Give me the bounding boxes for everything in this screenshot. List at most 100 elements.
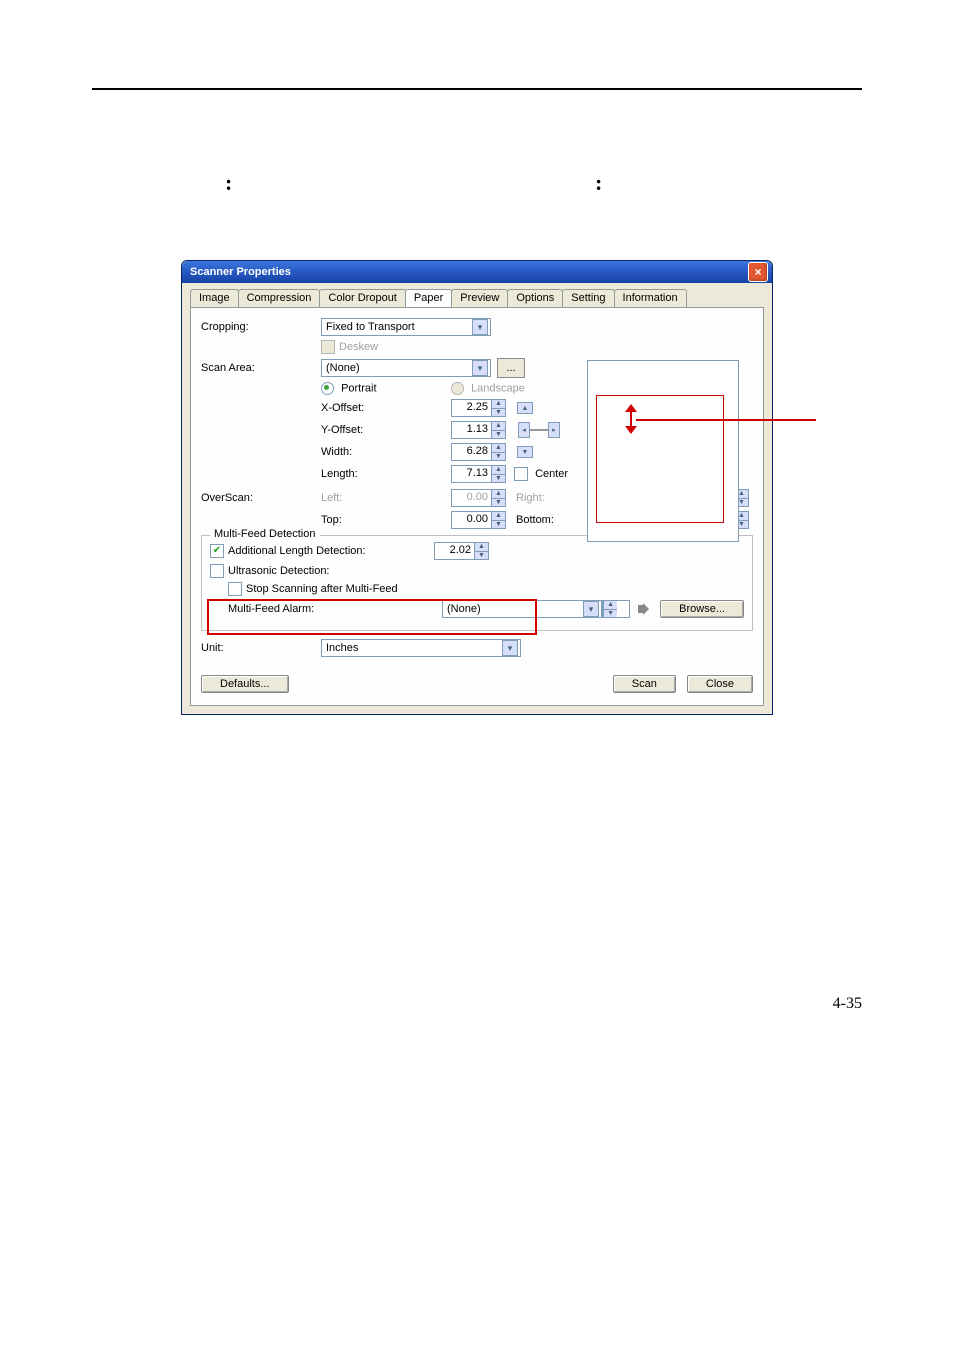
tab-information[interactable]: Information bbox=[614, 289, 687, 307]
annotation-line bbox=[636, 419, 816, 421]
alarm-stepper[interactable]: ▲▼ bbox=[602, 600, 630, 618]
titlebar[interactable]: Scanner Properties × bbox=[182, 261, 772, 283]
unit-select[interactable]: Inches ▾ bbox=[321, 639, 521, 657]
width-label: Width: bbox=[321, 446, 451, 458]
defaults-button[interactable]: Defaults... bbox=[201, 675, 289, 693]
portrait-label: Portrait bbox=[341, 382, 376, 394]
close-button[interactable]: Close bbox=[687, 675, 753, 693]
colon-mark: : bbox=[225, 170, 232, 196]
caret-down-icon[interactable]: ▼ bbox=[603, 609, 617, 618]
length-label: Length: bbox=[321, 468, 451, 480]
cropping-select[interactable]: Fixed to Transport ▾ bbox=[321, 318, 491, 336]
length-stepper[interactable]: 7.13 ▲▼ bbox=[451, 465, 506, 483]
page-top-rule bbox=[92, 88, 862, 90]
caret-left-icon[interactable]: ◂ bbox=[518, 422, 530, 438]
xoffset-value: 2.25 bbox=[452, 400, 491, 416]
scan-button[interactable]: Scan bbox=[613, 675, 676, 693]
caret-down-icon[interactable]: ▼ bbox=[491, 474, 505, 483]
caret-up-icon[interactable]: ▲ bbox=[517, 402, 533, 414]
width-stepper[interactable]: 6.28 ▲▼ bbox=[451, 443, 506, 461]
tab-preview[interactable]: Preview bbox=[451, 289, 508, 307]
center-checkbox[interactable] bbox=[514, 467, 528, 481]
ultrasonic-label: Ultrasonic Detection: bbox=[228, 565, 330, 577]
stop-after-mf-checkbox[interactable] bbox=[228, 582, 242, 596]
width-value: 6.28 bbox=[452, 444, 491, 460]
deskew-label: Deskew bbox=[339, 341, 378, 353]
caret-down-icon[interactable]: ▼ bbox=[474, 551, 488, 560]
overscan-label: OverScan: bbox=[201, 492, 321, 504]
yoffset-label: Y-Offset: bbox=[321, 424, 451, 436]
caret-down-icon: ▼ bbox=[491, 498, 505, 507]
caret-down-icon[interactable]: ▼ bbox=[517, 446, 533, 458]
overscan-left-value: 0.00 bbox=[452, 490, 491, 506]
caret-up-icon[interactable]: ▲ bbox=[491, 400, 505, 408]
scanarea-value: (None) bbox=[326, 362, 360, 374]
scanarea-more-button[interactable]: ... bbox=[497, 358, 525, 378]
tab-color-dropout[interactable]: Color Dropout bbox=[319, 289, 405, 307]
caret-up-icon[interactable]: ▲ bbox=[491, 444, 505, 452]
page-number: 4-35 bbox=[0, 955, 954, 1013]
tab-image[interactable]: Image bbox=[190, 289, 239, 307]
vertical-slider[interactable]: ▲ bbox=[518, 402, 532, 414]
unit-label: Unit: bbox=[201, 642, 321, 654]
caret-down-icon[interactable]: ▼ bbox=[491, 452, 505, 461]
page-preview-pane bbox=[587, 360, 739, 542]
caret-down-icon[interactable]: ▼ bbox=[491, 430, 505, 439]
scanarea-select[interactable]: (None) ▾ bbox=[321, 359, 491, 377]
tab-pane-paper: Cropping: Fixed to Transport ▾ Deskew Sc… bbox=[190, 307, 764, 706]
yoffset-value: 1.13 bbox=[452, 422, 491, 438]
ultrasonic-checkbox[interactable] bbox=[210, 564, 224, 578]
tab-setting[interactable]: Setting bbox=[562, 289, 614, 307]
overscan-bottom-label: Bottom: bbox=[516, 514, 554, 526]
caret-up-icon[interactable]: ▲ bbox=[491, 466, 505, 474]
close-icon[interactable]: × bbox=[748, 262, 768, 282]
chevron-down-icon: ▾ bbox=[583, 601, 599, 617]
caret-up-icon[interactable]: ▲ bbox=[491, 422, 505, 430]
alarm-select[interactable]: (None) ▾ bbox=[442, 600, 602, 618]
deskew-checkbox bbox=[321, 340, 335, 354]
portrait-radio[interactable] bbox=[321, 382, 334, 395]
caret-right-icon[interactable]: ▸ bbox=[548, 422, 560, 438]
yoffset-stepper[interactable]: 1.13 ▲▼ bbox=[451, 421, 506, 439]
overscan-top-value: 0.00 bbox=[452, 512, 491, 528]
landscape-label: Landscape bbox=[471, 382, 525, 394]
overscan-left-stepper: 0.00 ▲▼ bbox=[451, 489, 506, 507]
cropping-value: Fixed to Transport bbox=[326, 321, 415, 333]
chevron-down-icon: ▾ bbox=[502, 640, 518, 656]
scanarea-label: Scan Area: bbox=[201, 362, 321, 374]
length-value: 7.13 bbox=[452, 466, 491, 482]
addlen-checkbox[interactable]: ✔ bbox=[210, 544, 224, 558]
center-label: Center bbox=[535, 468, 568, 480]
caret-up-icon[interactable]: ▲ bbox=[474, 543, 488, 551]
xoffset-stepper[interactable]: 2.25 ▲▼ bbox=[451, 399, 506, 417]
tab-options[interactable]: Options bbox=[507, 289, 563, 307]
multifeed-legend: Multi-Feed Detection bbox=[210, 528, 320, 540]
tab-compression[interactable]: Compression bbox=[238, 289, 321, 307]
alarm-value: (None) bbox=[447, 603, 481, 615]
addlen-value: 2.02 bbox=[435, 543, 474, 559]
preview-selection-box bbox=[596, 395, 724, 523]
caret-up-icon[interactable]: ▲ bbox=[603, 601, 617, 609]
unit-value: Inches bbox=[326, 642, 358, 654]
vertical-slider[interactable]: ▼ bbox=[518, 446, 532, 458]
addlen-stepper[interactable]: 2.02 ▲▼ bbox=[434, 542, 489, 560]
cropping-label: Cropping: bbox=[201, 321, 321, 333]
overscan-top-stepper[interactable]: 0.00 ▲▼ bbox=[451, 511, 506, 529]
chevron-down-icon: ▾ bbox=[472, 319, 488, 335]
horizontal-slider[interactable]: ◂ ▸ bbox=[518, 422, 560, 438]
alarm-label: Multi-Feed Alarm: bbox=[210, 603, 442, 615]
addlen-label: Additional Length Detection: bbox=[228, 545, 434, 557]
vertical-arrow-icon bbox=[628, 405, 634, 433]
xoffset-label: X-Offset: bbox=[321, 402, 451, 414]
browse-button[interactable]: Browse... bbox=[660, 600, 744, 618]
caret-up-icon[interactable]: ▲ bbox=[491, 512, 505, 520]
overscan-right-label: Right: bbox=[516, 492, 545, 504]
caret-up-icon: ▲ bbox=[491, 490, 505, 498]
overscan-top-label: Top: bbox=[321, 514, 451, 526]
caret-down-icon[interactable]: ▼ bbox=[491, 520, 505, 529]
caret-down-icon[interactable]: ▼ bbox=[491, 408, 505, 417]
chevron-down-icon: ▾ bbox=[472, 360, 488, 376]
tab-paper[interactable]: Paper bbox=[405, 289, 452, 307]
multifeed-fieldset: Multi-Feed Detection ✔ Additional Length… bbox=[201, 535, 753, 631]
tab-strip: Image Compression Color Dropout Paper Pr… bbox=[182, 283, 772, 307]
